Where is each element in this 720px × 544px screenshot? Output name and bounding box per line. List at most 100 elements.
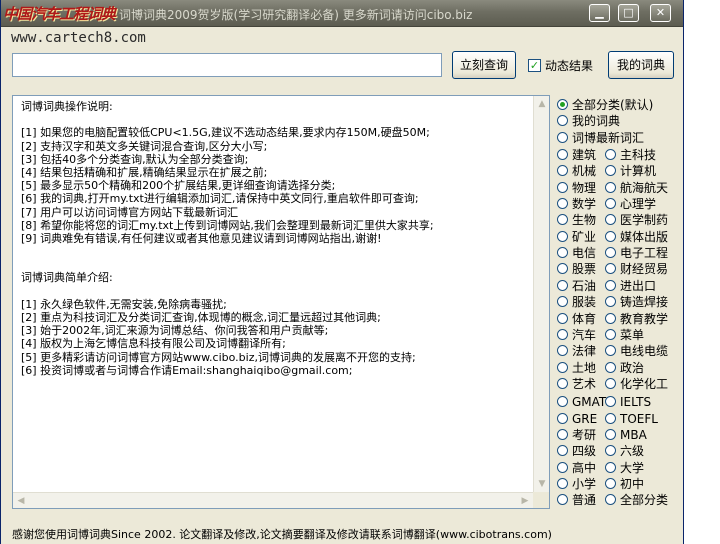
category-radio[interactable]: 词博最新词汇 <box>557 130 644 146</box>
radio-icon[interactable] <box>605 149 616 160</box>
category-radio[interactable]: 电子工程 <box>605 245 668 261</box>
category-radio[interactable]: 四级 <box>557 443 596 459</box>
category-radio[interactable]: 股票 <box>557 261 596 277</box>
radio-icon[interactable] <box>605 312 616 324</box>
radio-icon[interactable] <box>557 412 568 424</box>
category-radio[interactable]: 电信 <box>557 245 596 261</box>
radio-icon[interactable] <box>605 328 616 340</box>
my-dictionary-button[interactable]: 我的词典 <box>608 51 674 79</box>
radio-icon[interactable] <box>557 328 568 340</box>
radio-icon[interactable] <box>557 296 568 308</box>
radio-icon[interactable] <box>605 296 616 308</box>
category-radio[interactable]: 财经贸易 <box>605 261 668 277</box>
radio-icon[interactable] <box>557 312 568 324</box>
category-radio[interactable]: 高中 <box>557 460 596 476</box>
radio-icon[interactable] <box>557 115 568 127</box>
category-radio[interactable]: GRE <box>557 411 597 427</box>
radio-icon[interactable] <box>557 165 568 177</box>
category-radio[interactable]: GMAT <box>557 394 606 410</box>
radio-icon[interactable] <box>557 99 568 110</box>
result-text-area[interactable]: 词博词典操作说明: [1] 如果您的电脑配置较低CPU<1.5G,建议不选动态结… <box>12 95 550 509</box>
radio-icon[interactable] <box>557 377 568 389</box>
dynamic-result-checkbox[interactable]: ✓ <box>528 59 541 72</box>
category-radio[interactable]: MBA <box>605 427 647 443</box>
radio-icon[interactable] <box>605 412 616 424</box>
radio-icon[interactable] <box>557 428 568 440</box>
radio-icon[interactable] <box>557 247 568 259</box>
category-radio[interactable]: 机械 <box>557 163 596 179</box>
category-radio[interactable]: 心理学 <box>605 196 656 212</box>
category-radio[interactable]: 小学 <box>557 476 596 492</box>
radio-icon[interactable] <box>557 461 568 473</box>
scroll-right-icon[interactable]: ▶ <box>517 493 533 509</box>
category-radio[interactable]: 化学化工 <box>605 376 668 392</box>
category-radio[interactable]: 主科技 <box>605 147 656 163</box>
category-radio[interactable]: 计算机 <box>605 163 656 179</box>
category-radio[interactable]: 电线电缆 <box>605 343 668 359</box>
scroll-up-icon[interactable]: ▲ <box>534 96 550 112</box>
category-radio[interactable]: 汽车 <box>557 327 596 343</box>
category-radio[interactable]: 全部分类(默认) <box>557 97 653 113</box>
search-input[interactable] <box>12 53 442 77</box>
category-radio[interactable]: 媒体出版 <box>605 229 668 245</box>
category-radio[interactable]: 普通 <box>557 492 596 508</box>
scroll-left-icon[interactable]: ◀ <box>13 493 29 509</box>
title-bar[interactable]: 中国汽车工程词典 词博词典2009贺岁版(学习研究翻译必备) 更多新词请访问ci… <box>1 0 683 27</box>
radio-icon[interactable] <box>557 279 568 291</box>
category-radio[interactable]: 大学 <box>605 460 644 476</box>
category-radio[interactable]: 初中 <box>605 476 644 492</box>
radio-icon[interactable] <box>605 198 616 210</box>
radio-icon[interactable] <box>557 230 568 242</box>
radio-icon[interactable] <box>557 494 568 506</box>
radio-icon[interactable] <box>557 478 568 489</box>
category-radio[interactable]: 数学 <box>557 196 596 212</box>
horizontal-scrollbar[interactable]: ◀ ▶ <box>13 492 533 508</box>
category-radio[interactable]: 矿业 <box>557 229 596 245</box>
radio-icon[interactable] <box>557 181 568 193</box>
radio-icon[interactable] <box>605 377 616 389</box>
category-radio[interactable]: 体育 <box>557 311 596 327</box>
scroll-down-icon[interactable]: ▼ <box>534 476 550 492</box>
category-radio[interactable]: 建筑 <box>557 147 596 163</box>
radio-icon[interactable] <box>605 461 616 473</box>
vertical-scrollbar[interactable]: ▲ ▼ <box>533 96 549 492</box>
radio-icon[interactable] <box>557 263 568 275</box>
radio-icon[interactable] <box>557 396 568 408</box>
close-button[interactable]: ✕ <box>650 4 671 22</box>
radio-icon[interactable] <box>605 494 616 506</box>
category-radio[interactable]: 生物 <box>557 212 596 228</box>
category-radio[interactable]: 法律 <box>557 343 596 359</box>
category-radio[interactable]: 艺术 <box>557 376 596 392</box>
category-radio[interactable]: 全部分类 <box>605 492 668 508</box>
category-radio[interactable]: 航海航天 <box>605 180 668 196</box>
radio-icon[interactable] <box>605 165 616 177</box>
radio-icon[interactable] <box>605 230 616 242</box>
query-button[interactable]: 立刻查询 <box>452 51 516 79</box>
category-radio[interactable]: TOEFL <box>605 411 658 427</box>
radio-icon[interactable] <box>605 214 616 226</box>
category-radio[interactable]: 我的词典 <box>557 113 620 129</box>
category-radio[interactable]: 政治 <box>605 360 644 376</box>
category-radio[interactable]: IELTS <box>605 394 651 410</box>
radio-icon[interactable] <box>605 345 616 357</box>
radio-icon[interactable] <box>557 131 568 143</box>
radio-icon[interactable] <box>605 445 616 457</box>
radio-icon[interactable] <box>557 149 568 160</box>
radio-icon[interactable] <box>605 263 616 275</box>
radio-icon[interactable] <box>605 478 616 489</box>
maximize-button[interactable]: □ <box>618 4 639 22</box>
category-radio[interactable]: 教育教学 <box>605 311 668 327</box>
minimize-button[interactable]: ▁ <box>589 4 610 22</box>
radio-icon[interactable] <box>605 428 616 440</box>
radio-icon[interactable] <box>557 445 568 457</box>
category-radio[interactable]: 进出口 <box>605 278 656 294</box>
category-radio[interactable]: 土地 <box>557 360 596 376</box>
radio-icon[interactable] <box>557 198 568 210</box>
category-radio[interactable]: 铸造焊接 <box>605 294 668 310</box>
category-radio[interactable]: 菜单 <box>605 327 644 343</box>
category-radio[interactable]: 六级 <box>605 443 644 459</box>
category-radio[interactable]: 石油 <box>557 278 596 294</box>
radio-icon[interactable] <box>557 214 568 226</box>
category-radio[interactable]: 考研 <box>557 427 596 443</box>
radio-icon[interactable] <box>557 361 568 373</box>
